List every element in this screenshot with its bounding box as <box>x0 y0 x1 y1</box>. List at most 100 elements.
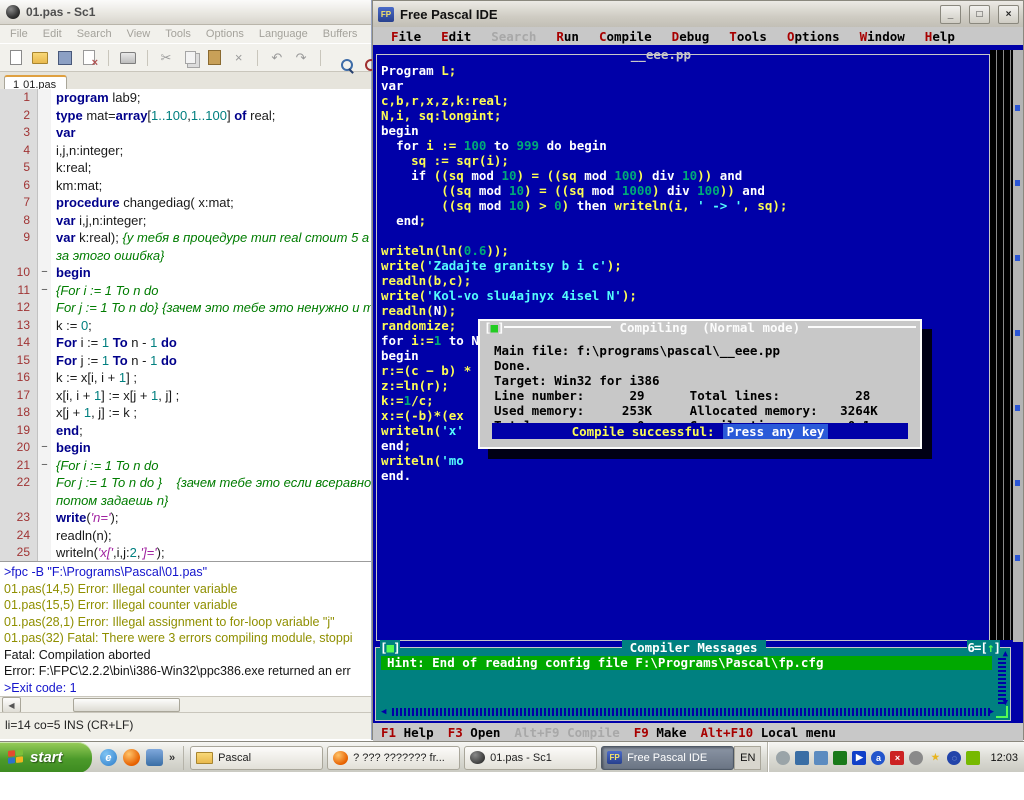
dialog-text-line: Done. <box>494 358 914 373</box>
close-file-icon[interactable] <box>81 49 96 67</box>
find-icon[interactable] <box>331 49 346 67</box>
fold-marker[interactable]: − <box>38 457 51 475</box>
statusbar-compile[interactable]: Alt+F9 Compile <box>514 725 619 740</box>
menu-file[interactable]: File <box>10 28 28 40</box>
fp-menu-run[interactable]: Run <box>546 29 589 44</box>
statusbar-make[interactable]: F9 Make <box>634 725 687 740</box>
system-tray: ▶ a × ★ ◌ <box>767 742 988 773</box>
language-indicator[interactable]: EN <box>734 746 761 770</box>
compile-status-bar: Compile successful: Press any key <box>492 423 908 439</box>
chevron-icon[interactable]: » <box>169 749 175 766</box>
fp-menu-edit[interactable]: Edit <box>431 29 481 44</box>
statusbar-help[interactable]: F1 Help <box>381 725 434 740</box>
wand-icon[interactable]: ★ <box>928 751 942 765</box>
line-number: 24 <box>0 527 38 545</box>
fp-menu-search[interactable]: Search <box>481 29 546 44</box>
line-number: 4 <box>0 142 38 160</box>
fold-marker[interactable]: − <box>38 439 51 457</box>
scroll-right-icon[interactable]: ▶ <box>989 708 994 717</box>
messages-hscrollbar[interactable] <box>392 708 992 716</box>
fp-titlebar[interactable]: FP Free Pascal IDE _ □ × <box>373 1 1023 27</box>
fold-marker <box>38 212 51 230</box>
paste-icon[interactable] <box>207 49 222 67</box>
menu-options[interactable]: Options <box>206 28 244 40</box>
menu-search[interactable]: Search <box>77 28 112 40</box>
nvidia-icon[interactable] <box>966 751 980 765</box>
fold-marker[interactable]: − <box>38 264 51 282</box>
fp-menu-file[interactable]: File <box>381 29 431 44</box>
network-2-icon[interactable] <box>814 751 828 765</box>
copy-icon[interactable] <box>183 49 198 67</box>
maximize-button[interactable]: □ <box>969 5 990 24</box>
print-icon[interactable] <box>120 49 136 67</box>
dialog-text-line: Target: Win32 for i386 <box>494 373 914 388</box>
scroll-up-icon[interactable]: ▲ <box>1003 650 1008 659</box>
statusbar-open[interactable]: F3 Open <box>448 725 501 740</box>
fp-menu-options[interactable]: Options <box>777 29 850 44</box>
internet-explorer-icon[interactable]: e <box>100 749 117 766</box>
redo-icon[interactable]: ↷ <box>293 49 308 67</box>
compiler-output-panel[interactable]: >fpc -B "F:\Programs\Pascal\01.pas"01.pa… <box>0 561 371 696</box>
code-line: 22For j := 1 To n do } {зачем тебе это е… <box>0 474 371 492</box>
network-1-icon[interactable] <box>795 751 809 765</box>
menu-tools[interactable]: Tools <box>165 28 191 40</box>
code-editor[interactable]: 1program lab9;2type mat=array[1..100,1..… <box>0 89 371 561</box>
start-button[interactable]: start <box>0 742 92 773</box>
taskbar-button-fp-ide[interactable]: FPFree Pascal IDE <box>601 746 734 770</box>
line-number: 20 <box>0 439 38 457</box>
pascal-editor-window: 01.pas - Sc1 File Edit Search View Tools Opti… <box>0 0 372 740</box>
grid-green-icon[interactable] <box>833 751 847 765</box>
messages-zoom-icon[interactable]: 6=[↑] <box>967 640 1000 655</box>
save-icon[interactable] <box>57 49 72 67</box>
menu-buffers[interactable]: Buffers <box>323 28 358 40</box>
close-button[interactable]: × <box>998 5 1019 24</box>
code-line: 19end; <box>0 422 371 440</box>
resize-corner[interactable] <box>996 706 1008 718</box>
dialog-close-icon[interactable]: [■] <box>484 320 504 335</box>
taskbar-button-firefox-page[interactable]: ? ??? ??????? fr... <box>327 746 460 770</box>
replace-icon[interactable] <box>356 49 371 67</box>
line-number: 22 <box>0 474 38 492</box>
disc-blue-icon[interactable]: ◌ <box>947 751 961 765</box>
fold-marker[interactable]: − <box>38 282 51 300</box>
taskbar-button-pas-editor[interactable]: 01.pas - Sc1 <box>464 746 597 770</box>
code-line: 10−begin <box>0 264 371 282</box>
fp-menu-compile[interactable]: Compile <box>589 29 662 44</box>
cut-icon[interactable]: ✂ <box>158 49 173 67</box>
compiler-hint-line[interactable]: Hint: End of reading config file F:\Prog… <box>381 656 992 670</box>
firefox-icon[interactable] <box>123 749 140 766</box>
scroll-left-icon[interactable]: ◀ <box>2 697 21 713</box>
messages-close-icon[interactable]: [■] <box>380 640 400 655</box>
output-line: 01.pas(32) Fatal: There were 3 errors co… <box>4 630 371 647</box>
statusbar-local-menu[interactable]: Alt+F10 Local menu <box>700 725 835 740</box>
delete-icon[interactable]: × <box>231 49 246 67</box>
shortcut-icon[interactable] <box>146 749 163 766</box>
scroll-left-icon[interactable]: ◀ <box>381 708 386 717</box>
fp-code-line: write('Zadajte granitsy b i c'); <box>381 258 981 273</box>
horizontal-scrollbar[interactable]: ◀ <box>0 696 371 713</box>
a-circle-icon[interactable]: a <box>871 751 885 765</box>
scrollbar-thumb[interactable] <box>73 698 180 712</box>
fp-menu-window[interactable]: Window <box>850 29 915 44</box>
volume-icon[interactable] <box>776 751 790 765</box>
menu-language[interactable]: Language <box>259 28 308 40</box>
taskbar-button-pascal-folder[interactable]: Pascal <box>190 746 323 770</box>
left-window-titlebar[interactable]: 01.pas - Sc1 <box>0 0 371 25</box>
line-number: 5 <box>0 159 38 177</box>
x-red-icon[interactable]: × <box>890 751 904 765</box>
undo-icon[interactable]: ↶ <box>269 49 284 67</box>
fp-icon: FP <box>607 751 622 764</box>
fp-editor-title[interactable]: __eee.pp <box>625 47 697 62</box>
minimize-button[interactable]: _ <box>940 5 961 24</box>
media-play-icon[interactable]: ▶ <box>852 751 866 765</box>
menu-edit[interactable]: Edit <box>43 28 62 40</box>
fp-menu-help[interactable]: Help <box>915 29 965 44</box>
sphere-gray-icon[interactable] <box>909 751 923 765</box>
fp-menu-tools[interactable]: Tools <box>719 29 777 44</box>
open-icon[interactable] <box>32 49 48 67</box>
fp-menu-debug[interactable]: Debug <box>662 29 720 44</box>
menu-view[interactable]: View <box>127 28 151 40</box>
new-icon[interactable] <box>8 49 23 67</box>
fp-code-line: end; <box>381 213 981 228</box>
fp-right-strip <box>1013 50 1023 642</box>
